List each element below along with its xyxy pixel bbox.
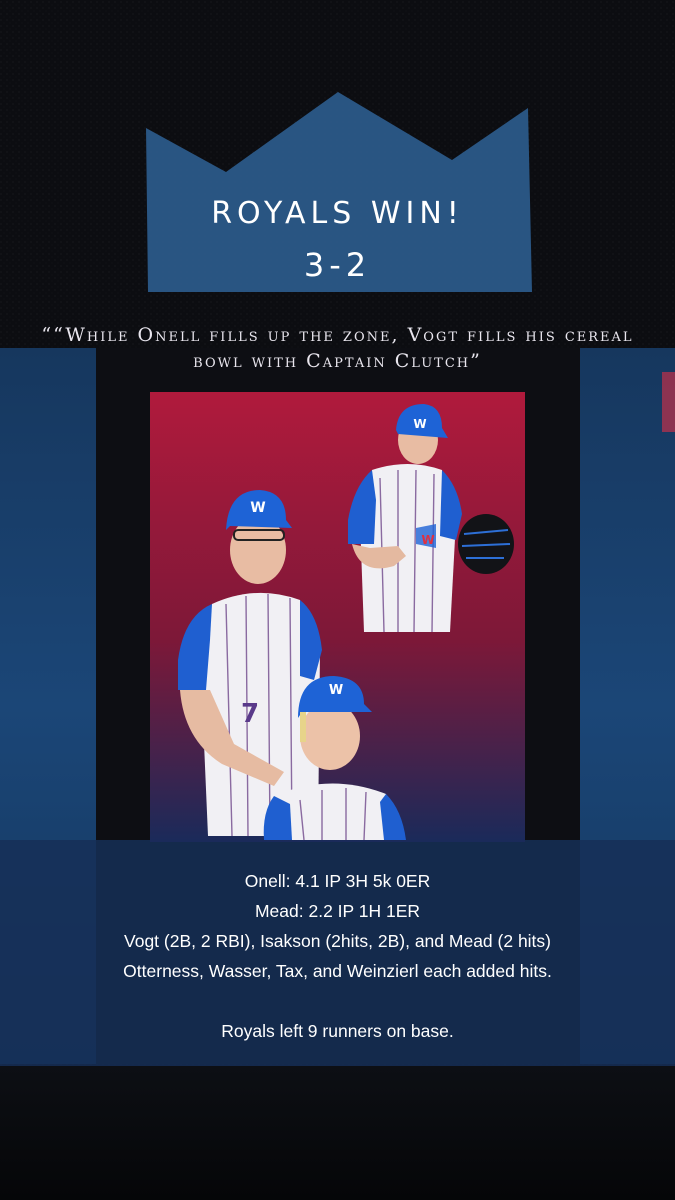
headline: ROYALS WIN! [211, 196, 464, 231]
svg-text:W: W [413, 417, 426, 431]
quote: ““While Onell fills up the zone, Vogt fi… [41, 324, 634, 372]
floor [0, 1066, 675, 1200]
cap-logo: W [250, 500, 265, 516]
stat-line: Mead: 2.2 IP 1H 1ER [254, 901, 421, 921]
runners-note: Royals left 9 runners on base. [221, 1021, 454, 1041]
final-score: 3-2 [303, 246, 372, 284]
stat-line: Vogt (2B, 2 RBI), Isakson (2hits, 2B), a… [124, 931, 551, 951]
cap-logo: W [329, 683, 343, 698]
red-edge-accent [662, 372, 675, 432]
stat-line: Otterness, Wasser, Tax, and Weinzierl ea… [123, 961, 552, 981]
svg-text:W: W [421, 533, 434, 547]
stats-block: Onell: 4.1 IP 3H 5k 0ER Mead: 2.2 IP 1H … [0, 866, 675, 1046]
stat-line: Onell: 4.1 IP 3H 5k 0ER [244, 871, 431, 891]
jersey-number: 7 [241, 699, 259, 729]
